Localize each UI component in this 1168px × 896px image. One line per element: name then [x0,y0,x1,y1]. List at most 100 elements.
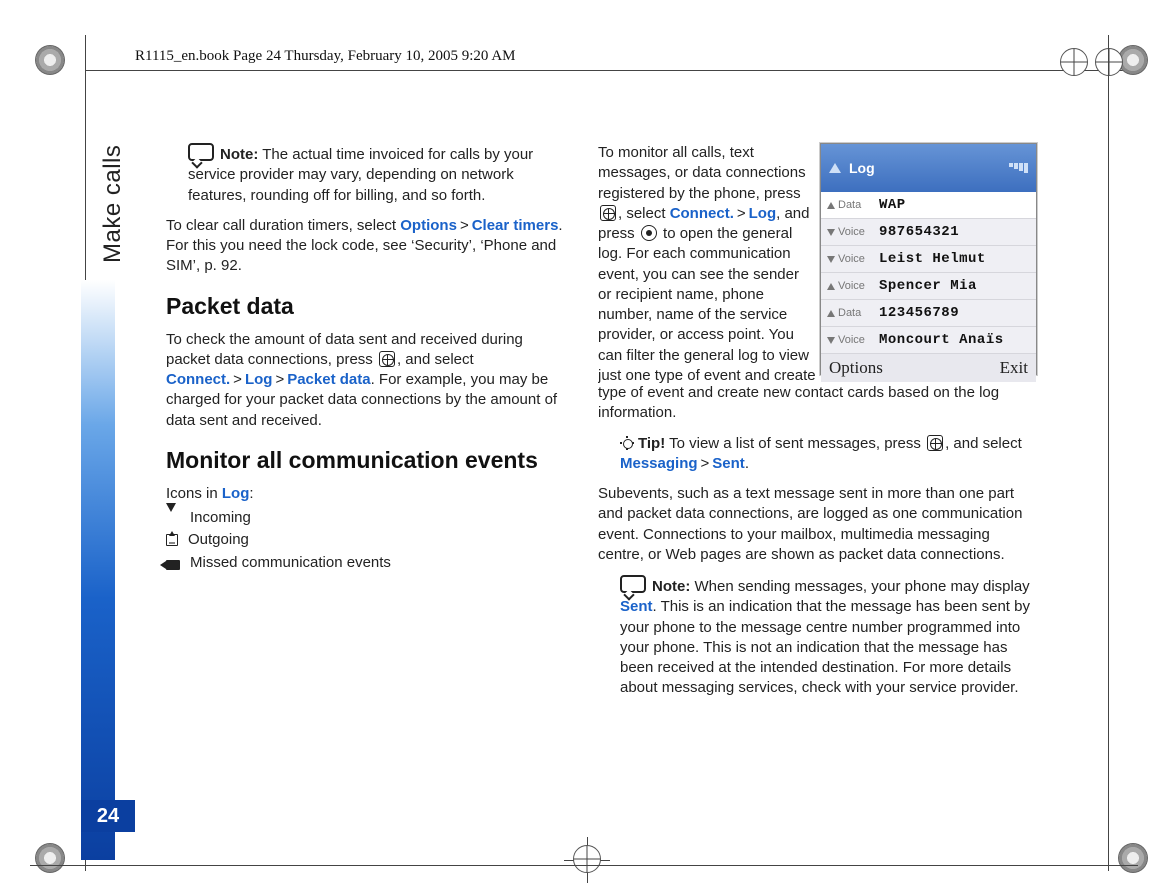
row-tag: Voice [827,226,871,238]
ui-path: Clear timers [472,217,559,234]
section-tab-label: Make calls [99,145,127,263]
ui-path: Sent [712,455,745,472]
text: , and select [397,351,474,368]
gt-icon: > [698,455,713,472]
ui-path: Connect. [670,205,734,222]
menu-key-icon [927,435,943,451]
note-block: Note: The actual time invoiced for calls… [188,143,566,206]
section-tab-bar [81,280,115,860]
outgoing-icon [166,534,178,546]
signal-icon [829,163,841,173]
missed-icon [166,560,180,570]
text: . [745,455,749,472]
registration-mark-icon [1060,48,1088,76]
registration-mark-icon [1095,48,1123,76]
text: , and select [945,435,1022,452]
incoming-arrow-icon [827,256,835,263]
gt-icon: > [734,205,749,222]
header-rule [85,70,1138,71]
tip-label: Tip! [638,435,665,452]
row-value: WAP [879,197,906,213]
note-label: Note: [652,578,690,595]
phone-log-row: Voice Leist Helmut [821,246,1036,273]
note-icon [188,143,214,161]
incoming-icon [166,511,180,525]
frame-line [30,865,1138,866]
row-value: Moncourt Anaïs [879,332,1004,348]
phone-log-row: Data 123456789 [821,300,1036,327]
list-label: Missed communication events [190,553,391,573]
text: To view a list of sent messages, press [665,435,925,452]
text: : [249,485,253,502]
row-tag: Data [827,307,871,319]
phone-title: Log [849,160,875,176]
column-right-rest: type of event and create new contact car… [598,383,1038,709]
column-right-wrap1: To monitor all calls, text messages, or … [598,143,816,383]
ui-path: Messaging [620,455,698,472]
ui-path: Log [749,205,777,222]
heading-monitor-events: Monitor all communication events [166,445,566,476]
phone-log-list: DataWAPVoice987654321VoiceLeist HelmutVo… [821,192,1036,354]
text: To monitor all calls, text messages, or … [598,144,806,202]
note-block: Note: When sending messages, your phone … [620,575,1038,699]
gt-icon: > [230,371,245,388]
gear-icon [1118,843,1148,873]
paragraph: Icons in Log: [166,484,566,504]
text: to open the general log. For each commun… [598,225,816,383]
list-item: Outgoing [166,530,566,550]
gear-icon [35,843,65,873]
phone-log-row: Voice Moncourt Anaïs [821,327,1036,354]
gear-icon [35,45,65,75]
list-label: Incoming [190,508,251,528]
menu-key-icon [379,351,395,367]
text: To clear call duration timers, select [166,217,400,234]
ui-path: Log [245,371,273,388]
row-tag: Voice [827,280,871,292]
note-icon [620,575,646,593]
text: , select [618,205,670,222]
row-tag: Voice [827,253,871,265]
paragraph: To monitor all calls, text messages, or … [598,143,816,383]
ui-path: Packet data [287,371,370,388]
row-value: Spencer Mia [879,278,977,294]
menu-key-icon [600,205,616,221]
registration-mark-icon [573,845,601,873]
tip-block: Tip! To view a list of sent messages, pr… [620,434,1038,475]
joystick-key-icon [641,225,657,241]
outgoing-arrow-icon [827,202,835,209]
gt-icon: > [272,371,287,388]
text: . This is an indication that the message… [620,598,1030,696]
battery-icon [1009,163,1028,173]
note-label: Note: [220,146,258,163]
paragraph: type of event and create new contact car… [598,383,1038,424]
row-value: 123456789 [879,305,959,321]
phone-log-row: Voice Spencer Mia [821,273,1036,300]
phone-titlebar: Log [821,144,1036,192]
paragraph: To check the amount of data sent and rec… [166,330,566,431]
tip-icon [620,436,634,450]
list-item: Missed communication events [166,553,566,573]
ui-path: Connect. [166,371,230,388]
page: R1115_en.book Page 24 Thursday, February… [0,0,1168,896]
column-left: Note: The actual time invoiced for calls… [166,143,566,575]
text: Icons in [166,485,222,502]
softkey-left: Options [829,358,883,378]
ui-path: Options [400,217,457,234]
phone-softkeys: Options Exit [821,354,1036,382]
phone-log-row: Voice987654321 [821,219,1036,246]
paragraph: To clear call duration timers, select Op… [166,216,566,277]
ui-path: Log [222,485,250,502]
list-item: Incoming [166,508,566,528]
row-value: Leist Helmut [879,251,986,267]
frame-line [1108,35,1109,871]
ui-path: Sent [620,598,653,615]
row-tag: Voice [827,334,871,346]
softkey-right: Exit [1000,358,1028,378]
heading-packet-data: Packet data [166,291,566,322]
incoming-arrow-icon [827,337,835,344]
gt-icon: > [457,217,472,234]
list-label: Outgoing [188,530,249,550]
phone-screenshot: Log DataWAPVoice987654321VoiceLeist Helm… [820,143,1037,375]
phone-log-row: DataWAP [821,192,1036,219]
text: When sending messages, your phone may di… [690,578,1029,595]
